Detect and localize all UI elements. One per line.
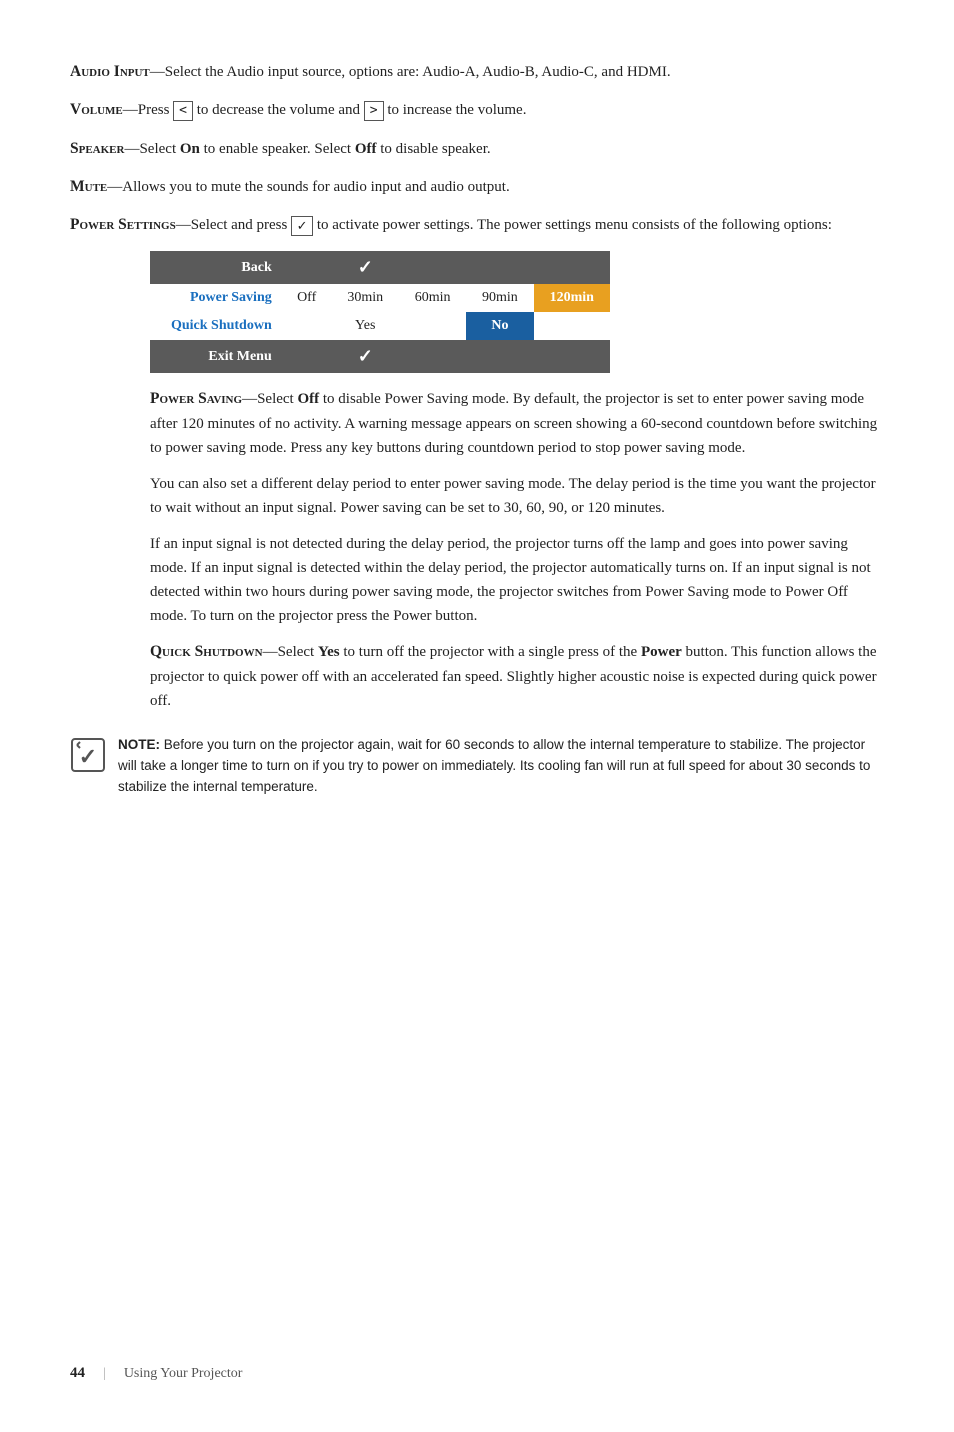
power-saving-desc-term: Power Saving xyxy=(150,390,242,407)
exit-label: Exit Menu xyxy=(150,340,282,373)
table-row-back: Back ✓ xyxy=(150,251,610,284)
exit-col5 xyxy=(534,340,610,373)
mute-text: Allows you to mute the sounds for audio … xyxy=(122,179,509,195)
shutdown-col5 xyxy=(534,312,610,340)
power-settings-check-icon: ✓ xyxy=(291,216,313,236)
volume-term: Volume xyxy=(70,101,123,118)
power-settings-table: Back ✓ Power Saving Off 30min 60min 90mi… xyxy=(150,251,610,373)
note-box: ✓ NOTE: Before you turn on the projector… xyxy=(70,735,884,798)
page-footer: 44 | Using Your Projector xyxy=(70,1365,242,1382)
quick-shutdown-desc-para: Quick Shutdown—Select Yes to turn off th… xyxy=(70,640,884,713)
power-saving-desc-dash: — xyxy=(242,391,257,407)
volume-text-pre: Press xyxy=(138,102,173,118)
volume-text-post: to increase the volume. xyxy=(384,102,527,118)
back-col4 xyxy=(466,251,533,284)
power-saving-desc-para3: If an input signal is not detected durin… xyxy=(70,532,884,628)
svg-text:✓: ✓ xyxy=(79,744,97,769)
table-row-quick-shutdown: Quick Shutdown Yes No xyxy=(150,312,610,340)
speaker-section: Speaker—Select On to enable speaker. Sel… xyxy=(70,137,884,161)
note-label: NOTE: xyxy=(118,737,160,752)
power-saving-desc-para2: You can also set a different delay perio… xyxy=(70,472,884,520)
power-saving-desc-para1: Power Saving—Select Off to disable Power… xyxy=(70,387,884,460)
audio-input-term: Audio Input xyxy=(70,63,150,80)
mute-dash: — xyxy=(107,179,122,195)
power-settings-text-post: to activate power settings. The power se… xyxy=(313,217,832,233)
volume-text-mid: to decrease the volume and xyxy=(193,102,364,118)
volume-more-btn: > xyxy=(364,101,384,121)
audio-input-section: Audio Input—Select the Audio input sourc… xyxy=(70,60,884,84)
footer-label: Using Your Projector xyxy=(124,1366,243,1382)
shutdown-col1 xyxy=(282,312,332,340)
speaker-dash: — xyxy=(124,141,139,157)
exit-col1 xyxy=(282,340,332,373)
power-settings-table-wrap: Back ✓ Power Saving Off 30min 60min 90mi… xyxy=(150,251,884,373)
speaker-text-post: to disable speaker. xyxy=(377,141,491,157)
back-check: ✓ xyxy=(332,251,399,284)
back-col3 xyxy=(399,251,466,284)
page-number: 44 xyxy=(70,1365,85,1382)
power-settings-text-pre: Select and press xyxy=(191,217,291,233)
exit-check: ✓ xyxy=(332,340,399,373)
power-saving-120: 120min xyxy=(534,284,610,312)
power-saving-label: Power Saving xyxy=(150,284,282,312)
volume-dash: — xyxy=(123,102,138,118)
quick-shutdown-power-bold: Power xyxy=(641,644,682,660)
quick-shutdown-label: Quick Shutdown xyxy=(150,312,282,340)
power-saving-off-bold: Off xyxy=(297,391,319,407)
power-settings-dash: — xyxy=(176,217,191,233)
exit-col3 xyxy=(399,340,466,373)
volume-section: Volume—Press < to decrease the volume an… xyxy=(70,98,884,122)
speaker-off: Off xyxy=(355,141,377,157)
mute-section: Mute—Allows you to mute the sounds for a… xyxy=(70,175,884,199)
back-label: Back xyxy=(150,251,282,284)
volume-less-btn: < xyxy=(173,101,193,121)
back-col1 xyxy=(282,251,332,284)
table-row-exit: Exit Menu ✓ xyxy=(150,340,610,373)
quick-shutdown-yes-bold: Yes xyxy=(318,644,340,660)
table-row-power-saving: Power Saving Off 30min 60min 90min 120mi… xyxy=(150,284,610,312)
note-text-block: NOTE: Before you turn on the projector a… xyxy=(118,735,884,798)
back-col5 xyxy=(534,251,610,284)
shutdown-no: No xyxy=(466,312,533,340)
speaker-text-pre: Select xyxy=(139,141,179,157)
shutdown-col3 xyxy=(399,312,466,340)
page-content: Audio Input—Select the Audio input sourc… xyxy=(70,60,884,798)
speaker-on: On xyxy=(180,141,200,157)
quick-shutdown-desc-term: Quick Shutdown xyxy=(150,643,263,660)
audio-input-text: Select the Audio input source, options a… xyxy=(165,64,671,80)
power-saving-60: 60min xyxy=(399,284,466,312)
power-saving-30: 30min xyxy=(332,284,399,312)
quick-shutdown-desc-dash: — xyxy=(263,644,278,660)
speaker-text-mid: to enable speaker. Select xyxy=(200,141,355,157)
speaker-term: Speaker xyxy=(70,140,124,157)
power-settings-term: Power Settings xyxy=(70,216,176,233)
power-settings-section: Power Settings—Select and press ✓ to act… xyxy=(70,213,884,237)
audio-input-dash: — xyxy=(150,64,165,80)
shutdown-yes: Yes xyxy=(332,312,399,340)
note-svg-icon: ✓ xyxy=(70,737,106,773)
note-text-content: Before you turn on the projector again, … xyxy=(118,737,870,794)
footer-separator: | xyxy=(103,1366,106,1382)
power-saving-90: 90min xyxy=(466,284,533,312)
mute-term: Mute xyxy=(70,178,107,195)
power-saving-off: Off xyxy=(282,284,332,312)
note-icon: ✓ xyxy=(70,737,106,773)
exit-col4 xyxy=(466,340,533,373)
